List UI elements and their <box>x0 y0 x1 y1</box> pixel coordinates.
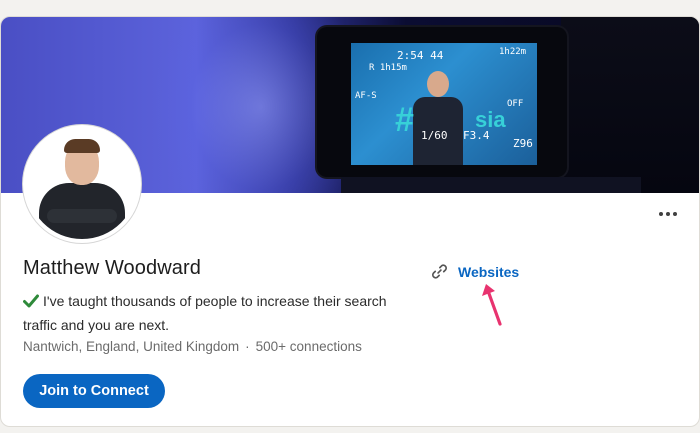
hud-record: R 1h15m <box>369 63 407 73</box>
more-horizontal-icon <box>666 212 670 216</box>
hud-shutter: 1/60 <box>421 129 448 142</box>
check-icon <box>23 294 39 308</box>
separator-dot: · <box>245 339 250 354</box>
avatar-hair <box>64 139 100 153</box>
speaker-head <box>427 71 449 97</box>
more-horizontal-icon <box>659 212 663 216</box>
hud-af-mode: AF-S <box>355 91 377 101</box>
location-text: Nantwich, England, United Kingdom <box>23 339 240 354</box>
avatar[interactable] <box>23 125 141 243</box>
hud-time: 2:54 44 <box>397 49 444 62</box>
profile-name: Matthew Woodward <box>23 257 201 279</box>
profile-card: # sia 2:54 44 R 1h15m 1h22m AF-S OFF 1/6… <box>0 16 700 427</box>
camera-base <box>341 177 641 193</box>
annotation-arrow-icon <box>482 284 502 326</box>
avatar-arms <box>47 209 117 223</box>
join-to-connect-button[interactable]: Join to Connect <box>23 374 165 408</box>
screen-hash-text: # <box>395 101 414 139</box>
camera-body <box>561 17 699 193</box>
websites-link[interactable]: Websites <box>431 263 519 280</box>
more-horizontal-icon <box>673 212 677 216</box>
profile-location-row: Nantwich, England, United Kingdom · 500+ c… <box>23 339 362 354</box>
hud-aperture: F3.4 <box>463 129 490 142</box>
websites-label: Websites <box>458 263 520 280</box>
profile-headline: I've taught thousands of people to incre… <box>23 289 413 337</box>
hud-iso: Z96 <box>513 137 533 150</box>
link-icon <box>432 264 447 279</box>
hud-battery: 1h22m <box>499 47 527 57</box>
hud-wb: OFF <box>507 99 524 109</box>
connections-count[interactable]: 500+ connections <box>256 339 362 354</box>
more-options-button[interactable] <box>653 203 683 225</box>
headline-text: I've taught thousands of people to incre… <box>23 293 387 333</box>
